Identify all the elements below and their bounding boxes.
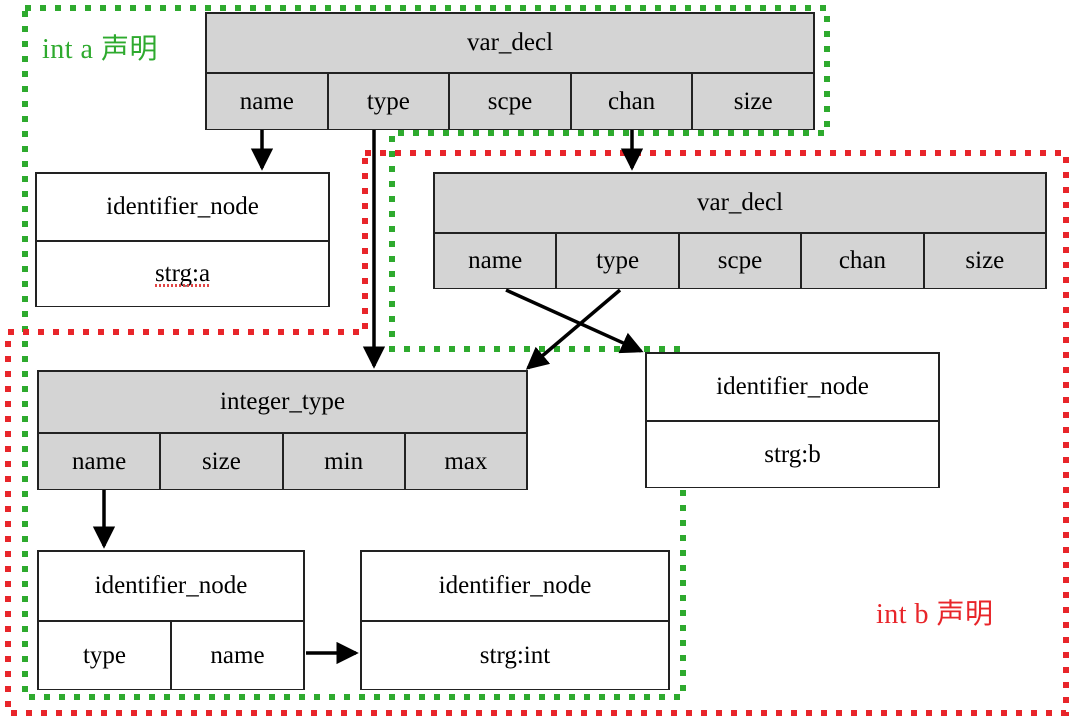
node-title: identifier_node bbox=[647, 354, 938, 422]
field-name[interactable]: name bbox=[207, 74, 329, 129]
region-label-int-a: int a 声明 bbox=[42, 34, 158, 65]
node-fields: strg:int bbox=[362, 622, 668, 689]
node-identifier-node-a[interactable]: identifier_node strg:a bbox=[35, 172, 330, 307]
node-fields: type name bbox=[39, 622, 303, 689]
node-title: identifier_node bbox=[39, 552, 303, 622]
field-strg[interactable]: strg:a bbox=[37, 242, 328, 306]
field-name[interactable]: name bbox=[435, 234, 558, 288]
node-identifier-node-b[interactable]: identifier_node strg:b bbox=[645, 352, 940, 488]
node-identifier-node-int[interactable]: identifier_node strg:int bbox=[360, 550, 670, 690]
field-scpe[interactable]: scpe bbox=[679, 234, 803, 288]
node-fields: name type scpe chan size bbox=[207, 74, 813, 129]
node-var-decl-b[interactable]: var_decl name type scpe chan size bbox=[433, 172, 1047, 289]
node-title: var_decl bbox=[207, 14, 813, 74]
field-strg[interactable]: strg:b bbox=[647, 422, 938, 487]
field-min[interactable]: min bbox=[283, 434, 406, 489]
field-name[interactable]: name bbox=[39, 434, 162, 489]
node-title: identifier_node bbox=[37, 174, 328, 242]
node-integer-type[interactable]: integer_type name size min max bbox=[37, 370, 528, 490]
node-fields: name type scpe chan size bbox=[435, 234, 1046, 288]
field-type[interactable]: type bbox=[39, 622, 172, 689]
field-name[interactable]: name bbox=[172, 622, 303, 689]
field-size[interactable]: size bbox=[924, 234, 1046, 288]
node-title: var_decl bbox=[435, 174, 1045, 234]
field-chan[interactable]: chan bbox=[571, 74, 694, 129]
field-scpe[interactable]: scpe bbox=[450, 74, 572, 129]
field-size[interactable]: size bbox=[693, 74, 813, 129]
field-size[interactable]: size bbox=[161, 434, 284, 489]
field-type[interactable]: type bbox=[328, 74, 451, 129]
node-var-decl-a[interactable]: var_decl name type scpe chan size bbox=[205, 12, 815, 130]
region-label-int-b: int b 声明 bbox=[876, 599, 994, 630]
field-chan[interactable]: chan bbox=[802, 234, 925, 288]
node-identifier-node-typename[interactable]: identifier_node type name bbox=[37, 550, 305, 690]
field-max[interactable]: max bbox=[405, 434, 526, 489]
field-type[interactable]: type bbox=[557, 234, 680, 288]
node-title: integer_type bbox=[39, 372, 526, 434]
strg-value-a: strg:a bbox=[154, 260, 211, 287]
node-fields: strg:a bbox=[37, 242, 328, 306]
edge-b-name-to-ident-b bbox=[505, 288, 644, 354]
node-fields: strg:b bbox=[647, 422, 938, 487]
diagram-canvas: int a 声明 int b 声明 var_decl name type scp… bbox=[0, 0, 1080, 725]
field-strg[interactable]: strg:int bbox=[362, 622, 668, 689]
node-fields: name size min max bbox=[39, 434, 526, 489]
node-title: identifier_node bbox=[362, 552, 668, 622]
edge-b-type-to-integer-type bbox=[525, 288, 622, 370]
